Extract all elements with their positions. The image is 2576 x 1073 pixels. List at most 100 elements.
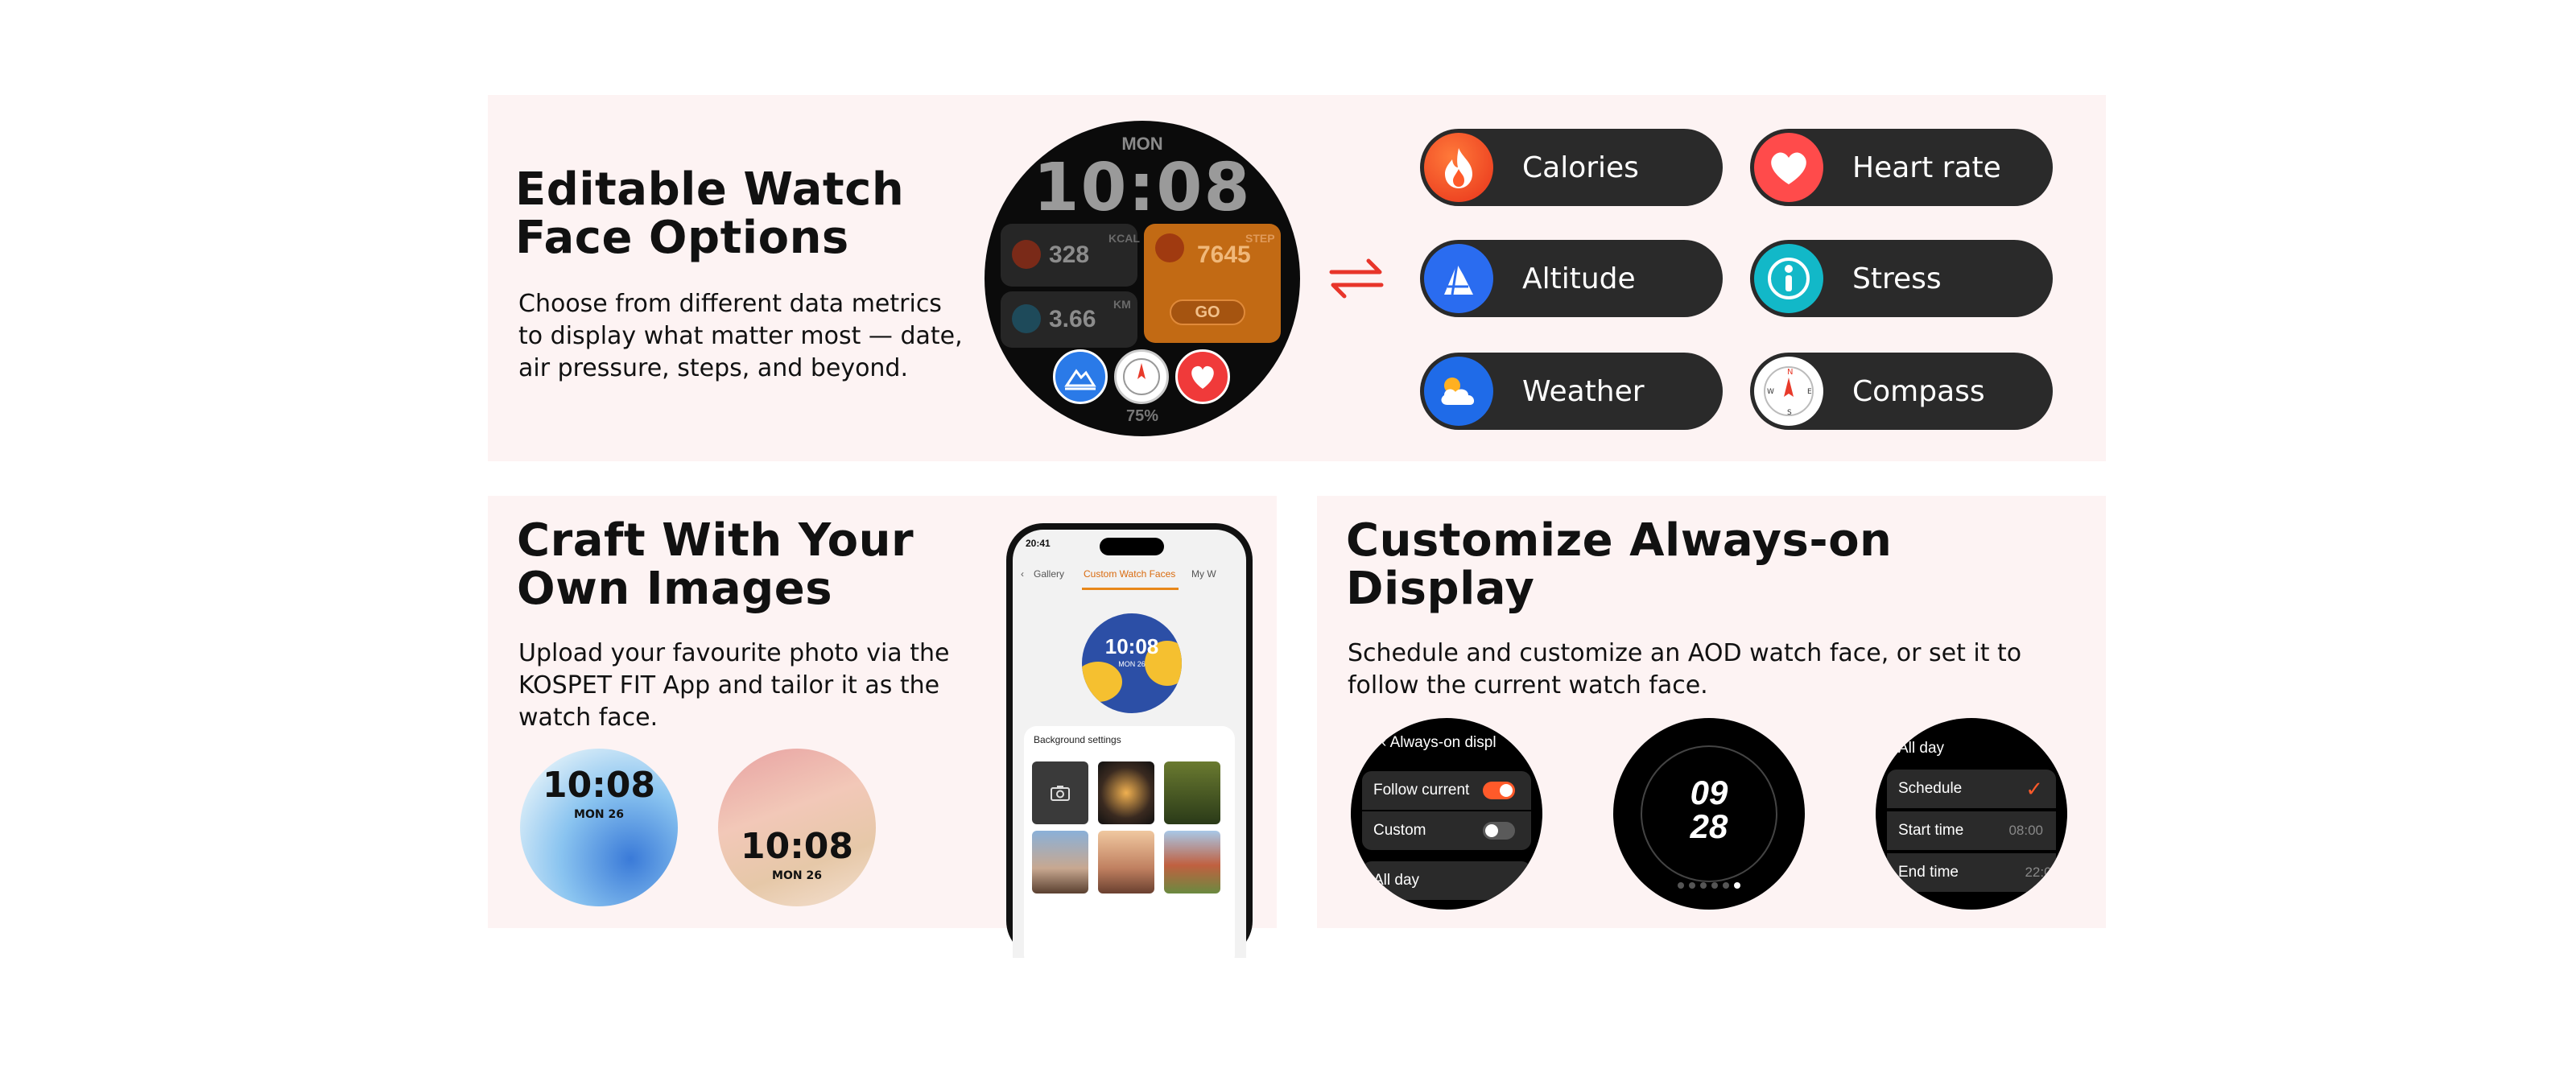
- back-chevron-icon[interactable]: ‹: [1381, 734, 1390, 751]
- aod-row-custom[interactable]: Custom: [1362, 811, 1531, 850]
- aod-row-all-day[interactable]: All day: [1887, 729, 2056, 768]
- section-title-aod-line2: Display: [1346, 563, 1535, 615]
- dynamic-island: [1100, 538, 1164, 555]
- section-desc-craft-line2: KOSPET FIT App and tailor it as the: [518, 671, 940, 700]
- background-thumb[interactable]: [1164, 831, 1220, 893]
- kcal-value: 328: [1049, 241, 1090, 268]
- aod-row-follow-current[interactable]: Follow current: [1362, 771, 1531, 810]
- aod-row-label: Schedule: [1898, 780, 1963, 797]
- start-time-value: 08:00: [2008, 823, 2043, 838]
- metric-compass[interactable]: N W E S Compass: [1750, 353, 2053, 430]
- aod-row-label: Custom: [1373, 822, 1426, 839]
- aod-row-label: All day: [1898, 740, 1945, 757]
- metric-label-heart-rate: Heart rate: [1852, 151, 2001, 184]
- mountain-icon: [1424, 244, 1493, 313]
- tab-custom-watch-faces[interactable]: Custom Watch Faces: [1084, 568, 1175, 580]
- watch-face-preview: MON 10:08 328 KCAL 7645 STEP 3.66 KM GO …: [985, 121, 1300, 436]
- compass-complication-icon: [1114, 349, 1169, 404]
- metric-label-calories: Calories: [1522, 151, 1639, 184]
- location-icon: [1012, 304, 1041, 333]
- photo1-date: MON 26: [574, 808, 624, 821]
- watch-time: 10:08: [1033, 150, 1252, 226]
- aod-row-all-day[interactable]: All day: [1362, 861, 1531, 900]
- tab-my-watch-faces[interactable]: My W: [1191, 568, 1216, 580]
- page-dot[interactable]: [1700, 882, 1707, 889]
- phone-tab-bar: ‹ Gallery Custom Watch Faces My W: [1013, 568, 1246, 592]
- follow-current-toggle[interactable]: [1483, 782, 1515, 799]
- metric-altitude[interactable]: Altitude: [1420, 240, 1723, 317]
- end-time-value: 22:00: [2025, 865, 2059, 880]
- photo1-time: 10:08: [542, 765, 656, 806]
- metric-label-altitude: Altitude: [1522, 262, 1636, 295]
- custom-photo-face-pink: 10:08 MON 26: [718, 749, 876, 906]
- section-desc-craft-line1: Upload your favourite photo via the: [518, 639, 950, 667]
- aod-row-label: All day: [1373, 872, 1420, 889]
- flame-icon: [1012, 240, 1041, 269]
- page-dot[interactable]: [1678, 882, 1684, 889]
- heart-complication-icon: [1175, 349, 1230, 404]
- metric-label-stress: Stress: [1852, 262, 1942, 295]
- phone-screen: 20:41 ‹ Gallery Custom Watch Faces My W …: [1013, 530, 1246, 958]
- steps-value: 7645: [1197, 241, 1251, 268]
- aod-header: ‹ Always-on displ: [1381, 734, 1496, 752]
- metric-label-weather: Weather: [1522, 374, 1645, 408]
- km-value: 3.66: [1049, 306, 1096, 332]
- kcal-label: KCAL: [1108, 232, 1140, 245]
- page-dot[interactable]: [1689, 882, 1695, 889]
- page-dot-active[interactable]: [1734, 882, 1740, 889]
- compass-icon: N W E S: [1754, 357, 1823, 426]
- background-thumb[interactable]: [1032, 831, 1088, 893]
- background-settings-title: Background settings: [1034, 734, 1121, 745]
- aod-row-label: End time: [1898, 864, 1959, 881]
- section-desc-aod-line2: follow the current watch face.: [1348, 671, 1708, 700]
- page-dot[interactable]: [1711, 882, 1718, 889]
- section-desc-editable-line1: Choose from different data metrics: [518, 290, 942, 318]
- go-button: GO: [1170, 299, 1245, 325]
- battery-level: 75%: [1125, 407, 1159, 425]
- section-title-craft-line2: Own Images: [517, 563, 833, 615]
- aod-header-title: Always-on displ: [1389, 734, 1496, 751]
- custom-photo-face-blue: 10:08 MON 26: [520, 749, 678, 906]
- custom-face-preview: 10:08 MON 26: [1082, 613, 1182, 713]
- metric-label-compass: Compass: [1852, 374, 1985, 408]
- section-desc-editable-line3: air pressure, steps, and beyond.: [518, 354, 909, 382]
- section-desc-craft-line3: watch face.: [518, 704, 658, 732]
- runner-icon: [1155, 233, 1184, 262]
- custom-toggle[interactable]: [1483, 822, 1515, 840]
- aod-row-start-time[interactable]: Start time 08:00: [1887, 811, 2056, 850]
- background-thumb[interactable]: [1098, 761, 1154, 824]
- section-title-aod-line1: Customize Always-on: [1346, 514, 1893, 567]
- km-label: KM: [1113, 298, 1131, 311]
- metric-calories[interactable]: Calories: [1420, 129, 1723, 206]
- back-chevron-icon[interactable]: ‹: [1021, 568, 1024, 580]
- check-icon: ✓: [2025, 776, 2043, 801]
- metric-heart-rate[interactable]: Heart rate: [1750, 129, 2053, 206]
- metric-stress[interactable]: Stress: [1750, 240, 2053, 317]
- background-thumb[interactable]: [1164, 761, 1220, 824]
- metric-weather[interactable]: Weather: [1420, 353, 1723, 430]
- aod-minutes: 28: [1690, 807, 1728, 845]
- km-tile: 3.66 KM: [1001, 291, 1137, 348]
- page-dots: [1613, 882, 1805, 889]
- stress-icon: [1754, 244, 1823, 313]
- page-dot[interactable]: [1723, 882, 1729, 889]
- svg-text:N: N: [1787, 368, 1793, 377]
- aod-row-label: Start time: [1898, 822, 1964, 839]
- tab-gallery[interactable]: Gallery: [1032, 568, 1064, 580]
- phone-mockup: 20:41 ‹ Gallery Custom Watch Faces My W …: [1006, 523, 1253, 958]
- aod-schedule-screen: All day Schedule ✓ Start time 08:00 End …: [1876, 718, 2067, 910]
- aod-hours: 09: [1690, 774, 1728, 811]
- aod-settings-screen: ‹ Always-on displ Follow current Custom …: [1351, 718, 1542, 910]
- aod-row-schedule[interactable]: Schedule ✓: [1887, 770, 2056, 808]
- aod-row-end-time[interactable]: End time 22:00: [1887, 853, 2059, 892]
- camera-button[interactable]: [1032, 761, 1088, 824]
- photo2-date: MON 26: [772, 869, 822, 882]
- section-title-craft-line1: Craft With Your: [517, 514, 914, 567]
- cloud-sun-icon: [1424, 357, 1493, 426]
- aod-watch-face-preview: 09 28: [1613, 718, 1805, 910]
- svg-text:E: E: [1807, 388, 1812, 396]
- camera-icon: [1051, 786, 1070, 801]
- heart-icon: [1754, 133, 1823, 202]
- background-thumb[interactable]: [1098, 831, 1154, 893]
- flame-icon: [1424, 133, 1493, 202]
